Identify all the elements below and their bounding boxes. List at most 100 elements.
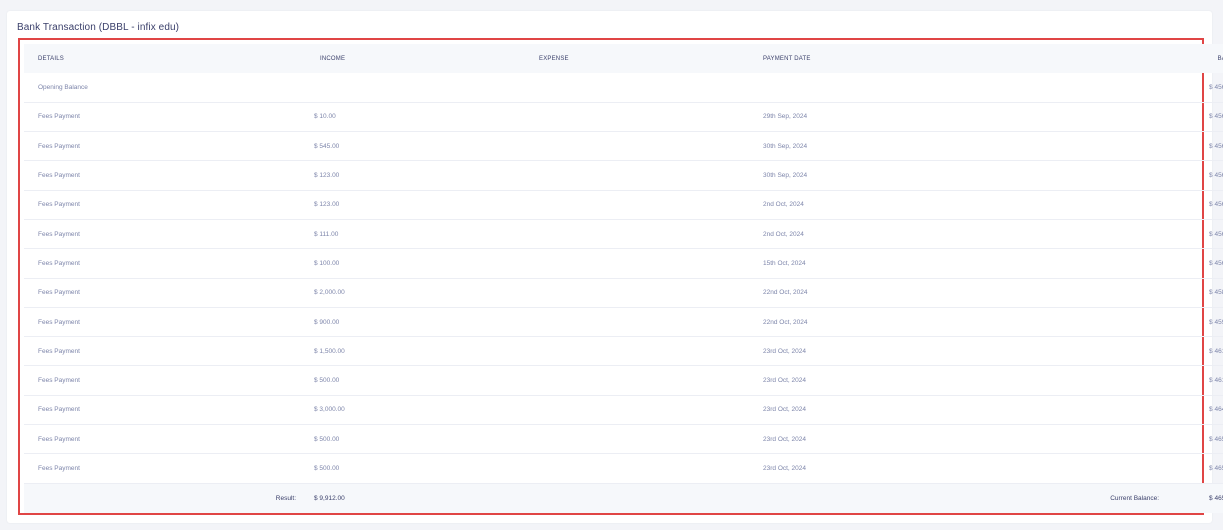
cell-expense [530, 190, 747, 219]
cell-payment-date: 29th Sep, 2024 [763, 113, 808, 121]
cell-expense [530, 337, 747, 366]
cell-details: Fees Payment [38, 289, 80, 297]
cell-details: Fees Payment [38, 172, 80, 180]
table-row: Fees Payment $ 123.00 30th Sep, 2024 $ 456,… [24, 161, 1223, 191]
table-row: Fees Payment $ 500.00 23rd Oct, 2024 $ 461,… [24, 366, 1223, 396]
cell-income: $ 10.00 [314, 113, 336, 121]
cell-payment-date: 22nd Oct, 2024 [763, 289, 808, 297]
cell-expense [530, 73, 747, 102]
cell-details: Fees Payment [38, 259, 80, 267]
column-header-expense[interactable]: EXPENSE [530, 44, 747, 73]
cell-payment-date [747, 73, 1183, 102]
cell-payment-date: 30th Sep, 2024 [763, 142, 808, 150]
transaction-table-highlight: DETAILS INCOME EXPENSE PAYMENT DATE BALA… [18, 38, 1223, 515]
cell-balance: $ 456,789.00 [1209, 259, 1223, 267]
cell-details: Fees Payment [38, 201, 80, 209]
cell-expense [530, 395, 747, 424]
table-row: Fees Payment $ 100.00 15th Oct, 2024 $ 456,… [24, 249, 1223, 279]
cell-income [310, 73, 530, 102]
cell-income: $ 545.00 [314, 142, 340, 150]
table-row: Fees Payment $ 2,000.00 22nd Oct, 2024 $ 45… [24, 278, 1223, 308]
table-row: Fees Payment $ 10.00 29th Sep, 2024 $ 456,7… [24, 102, 1223, 132]
cell-expense [530, 102, 747, 131]
table-row: Fees Payment $ 900.00 22nd Oct, 2024 $ 459,… [24, 307, 1223, 337]
cell-details: Fees Payment [38, 465, 80, 472]
table-row: Fees Payment $ 123.00 2nd Oct, 2024 $ 456,7… [24, 190, 1223, 220]
cell-balance: $ 458,789.00 [1209, 289, 1223, 297]
page-title: Bank Transaction (DBBL - infix edu) [17, 22, 180, 33]
cell-income: $ 100.00 [314, 259, 340, 267]
cell-balance: $ 456,789.00 [1209, 142, 1223, 150]
table-row: Opening Balance $ 456,789.00 [24, 73, 1223, 103]
table-row: Fees Payment $ 1,500.00 23rd Oct, 2024 $ 46… [24, 337, 1223, 366]
cell-income: $ 1,500.00 [314, 347, 345, 355]
footer-row: Result: $ 9,912.00 Current Balance: $ 46… [24, 483, 1223, 514]
cell-income: $ 500.00 [314, 465, 340, 472]
column-header-balance[interactable]: BALANCE [1183, 44, 1223, 73]
cell-payment-date: 23rd Oct, 2024 [763, 347, 806, 355]
cell-details: Fees Payment [38, 377, 80, 385]
cell-expense [530, 161, 747, 190]
cell-balance: $ 461,189.00 [1209, 347, 1223, 355]
column-header-income[interactable]: INCOME [310, 44, 530, 73]
bank-transaction-card: Bank Transaction (DBBL - infix edu) DETA… [7, 11, 1223, 523]
table-row: Fees Payment $ 545.00 30th Sep, 2024 $ 456,… [24, 132, 1223, 161]
cell-income: $ 123.00 [314, 201, 340, 209]
cell-balance: $ 456,789.00 [1209, 172, 1223, 180]
cell-balance: $ 465,689.00 [1209, 465, 1223, 472]
cell-payment-date: 15th Oct, 2024 [763, 259, 806, 267]
cell-expense [530, 219, 747, 248]
cell-balance: $ 461,689.00 [1209, 377, 1223, 385]
cell-details: Opening Balance [38, 83, 88, 91]
table-footer: Result: $ 9,912.00 Current Balance: $ 46… [24, 483, 1223, 514]
column-header-details[interactable]: DETAILS [24, 44, 310, 73]
cell-income: $ 123.00 [314, 172, 340, 180]
header-row: DETAILS INCOME EXPENSE PAYMENT DATE BALA… [24, 44, 1223, 73]
cell-details: Fees Payment [38, 230, 80, 238]
cell-payment-date: 23rd Oct, 2024 [763, 435, 806, 443]
result-value: $ 9,912.00 [314, 494, 345, 502]
cell-details: Fees Payment [38, 113, 80, 121]
cell-payment-date: 23rd Oct, 2024 [763, 465, 806, 472]
table-row: Fees Payment $ 500.00 23rd Oct, 2024 $ 465,… [24, 454, 1223, 484]
cell-income: $ 111.00 [314, 230, 339, 238]
cell-expense [530, 454, 747, 483]
cell-expense [530, 132, 747, 161]
cell-balance: $ 456,789.00 [1209, 83, 1223, 91]
cell-payment-date: 2nd Oct, 2024 [763, 230, 804, 238]
cell-expense [530, 366, 747, 395]
cell-payment-date: 23rd Oct, 2024 [763, 406, 806, 414]
cell-payment-date: 23rd Oct, 2024 [763, 377, 806, 385]
cell-balance: $ 456,789.00 [1209, 113, 1223, 121]
transaction-table: DETAILS INCOME EXPENSE PAYMENT DATE BALA… [24, 44, 1223, 514]
cell-payment-date: 30th Sep, 2024 [763, 172, 808, 180]
cell-income: $ 500.00 [314, 377, 340, 385]
column-header-payment-date[interactable]: PAYMENT DATE [747, 44, 1183, 73]
cell-balance: $ 465,189.00 [1209, 435, 1223, 443]
cell-expense [530, 425, 747, 454]
cell-balance: $ 456,789.00 [1209, 230, 1223, 238]
current-balance-value: $ 465,689.00 [1209, 494, 1223, 502]
table-body: Opening Balance $ 456,789.00 Fees Payment… [24, 73, 1223, 484]
cell-income: $ 3,000.00 [314, 406, 345, 414]
cell-expense [530, 249, 747, 278]
cell-details: Fees Payment [38, 406, 80, 414]
cell-expense [530, 307, 747, 336]
table-row: Fees Payment $ 3,000.00 23rd Oct, 2024 $ 46… [24, 395, 1223, 425]
table-header: DETAILS INCOME EXPENSE PAYMENT DATE BALA… [24, 44, 1223, 73]
table-row: Fees Payment $ 500.00 23rd Oct, 2024 $ 465,… [24, 425, 1223, 454]
cell-details: Fees Payment [38, 347, 80, 355]
cell-income: $ 2,000.00 [314, 289, 345, 297]
cell-balance: $ 464,689.00 [1209, 406, 1223, 414]
cell-balance: $ 459,689.00 [1209, 318, 1223, 326]
cell-income: $ 500.00 [314, 435, 340, 443]
table-row: Fees Payment $ 111.00 2nd Oct, 2024 $ 456,7… [24, 219, 1223, 249]
result-label: Result: [275, 494, 296, 502]
footer-expense-empty [530, 483, 747, 513]
cell-details: Fees Payment [38, 142, 80, 150]
cell-payment-date: 2nd Oct, 2024 [763, 201, 804, 209]
current-balance-label: Current Balance: [1110, 494, 1159, 502]
cell-income: $ 900.00 [314, 318, 340, 326]
cell-details: Fees Payment [38, 435, 80, 443]
cell-payment-date: 22nd Oct, 2024 [763, 318, 808, 326]
